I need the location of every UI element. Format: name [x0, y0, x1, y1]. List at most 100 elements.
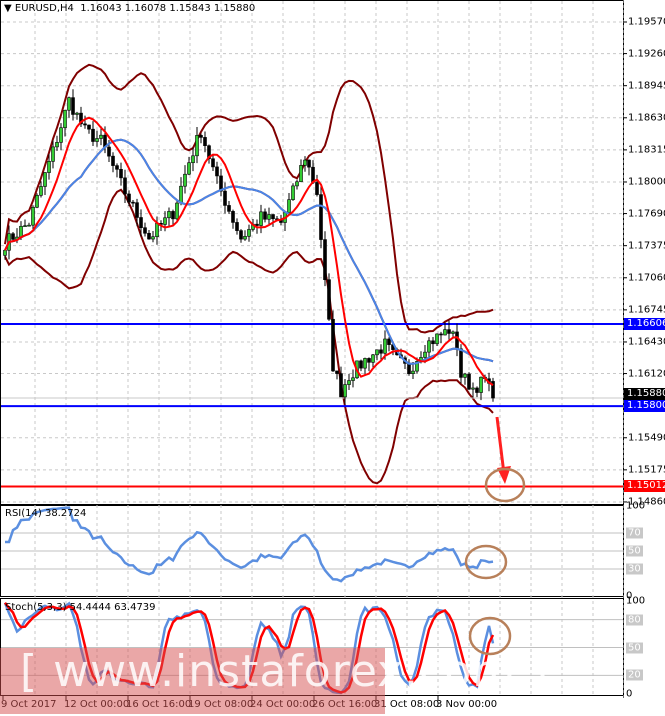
candle-body [423, 351, 427, 358]
candle-body [191, 155, 195, 164]
candle-body [311, 166, 315, 183]
candle-body [47, 161, 51, 173]
candle-body [343, 384, 347, 398]
candle-body [59, 127, 63, 143]
candle-body [43, 172, 47, 187]
candle-body [63, 109, 67, 129]
level-price-tag: 1.15800 [624, 400, 665, 413]
candle-body [239, 230, 243, 240]
candle-body [27, 224, 31, 227]
candle-body [231, 211, 235, 223]
candle-body [287, 199, 291, 213]
candle-body [439, 333, 443, 336]
candle-body [447, 329, 451, 334]
symbol-label: EURUSD,H4 [14, 3, 74, 14]
candle-body [259, 211, 263, 226]
candle-body [167, 211, 171, 219]
candle-body [323, 239, 327, 280]
price-axis-label: 1.16430 [628, 336, 665, 348]
candle-body [271, 214, 275, 220]
candle-body [347, 380, 351, 385]
price-axis-label: 1.17060 [628, 272, 665, 284]
candle-body [99, 134, 103, 139]
candle-body [75, 112, 79, 115]
candle-body [23, 225, 27, 227]
candle-body [359, 360, 363, 369]
candle-body [363, 358, 367, 369]
candle-body [127, 193, 131, 203]
candle-body [379, 349, 383, 354]
candle-body [459, 348, 463, 378]
candle-body [19, 225, 23, 238]
candle-body [351, 377, 355, 381]
candle-body [235, 222, 239, 231]
candle-body [467, 373, 471, 390]
stoch-level-label: 80 [626, 614, 643, 626]
candle-body [243, 236, 247, 240]
candle-body [299, 165, 303, 183]
rsi-title: RSI(14) 38.2724 [5, 508, 87, 519]
candle-body [143, 227, 147, 234]
candle-body [475, 387, 479, 393]
watermark-logo: [ www.instaforex.com ] [20, 646, 550, 697]
rsi-level-label: 70 [626, 527, 643, 539]
price-axis-label: 1.19260 [628, 48, 665, 60]
candle-body [227, 205, 231, 212]
candle-body [83, 123, 87, 126]
candle-body [87, 124, 91, 130]
rsi-level-label: 30 [626, 563, 643, 575]
candle-body [179, 185, 183, 204]
candle-body [319, 194, 323, 240]
candle-body [95, 138, 99, 142]
candle-body [139, 217, 143, 228]
candle-body [315, 182, 319, 195]
stoch-level-label: 0 [626, 688, 633, 700]
candle-body [115, 165, 119, 170]
candle-body [331, 318, 335, 372]
candle-body [131, 201, 135, 204]
candle-body [39, 186, 43, 196]
candle-body [163, 217, 167, 225]
candle-body [383, 338, 387, 354]
candle-body [155, 222, 159, 238]
candle-body [147, 232, 151, 240]
level-price-tag: 1.16606 [624, 318, 665, 331]
candle-body [35, 195, 39, 208]
candle-body [295, 181, 299, 187]
chart-header: ▼ EURUSD,H4 1.16043 1.16078 1.15843 1.15… [4, 3, 255, 14]
price-axis-label: 1.15175 [628, 464, 665, 476]
candle-body [387, 338, 391, 345]
candle-body [267, 214, 271, 220]
rsi-level-label: 100 [626, 500, 646, 512]
candle-body [223, 190, 227, 206]
candle-body [151, 236, 155, 240]
rsi-level-label: 50 [626, 545, 643, 557]
candle-body [407, 363, 411, 375]
candle-body [199, 135, 203, 138]
candle-body [411, 370, 415, 375]
price-axis-label: 1.16745 [628, 304, 665, 316]
candle-body [119, 169, 123, 179]
candle-body [215, 166, 219, 177]
candle-body [187, 162, 191, 175]
candle-body [327, 279, 331, 320]
candle-body [195, 135, 199, 157]
ohlc-values: 1.16043 1.16078 1.15843 1.15880 [80, 3, 256, 14]
price-axis-label: 1.18945 [628, 80, 665, 92]
candle-body [471, 387, 475, 390]
stoch-level-label: 20 [626, 669, 643, 681]
price-axis-label: 1.15490 [628, 432, 665, 444]
candle-body [55, 142, 59, 148]
candle-body [367, 358, 371, 363]
price-axis-label: 1.18315 [628, 144, 665, 156]
candle-body [307, 159, 311, 168]
price-axis-label: 1.16120 [628, 368, 665, 380]
candle-body [427, 340, 431, 353]
price-axis-label: 1.18000 [628, 176, 665, 188]
candle-body [247, 229, 251, 237]
candle-body [91, 128, 95, 142]
dropdown-triangle-icon[interactable]: ▼ [4, 3, 12, 14]
price-axis-label: 1.19570 [628, 16, 665, 28]
level-price-tag: 1.15012 [624, 480, 665, 493]
candle-body [51, 146, 55, 162]
